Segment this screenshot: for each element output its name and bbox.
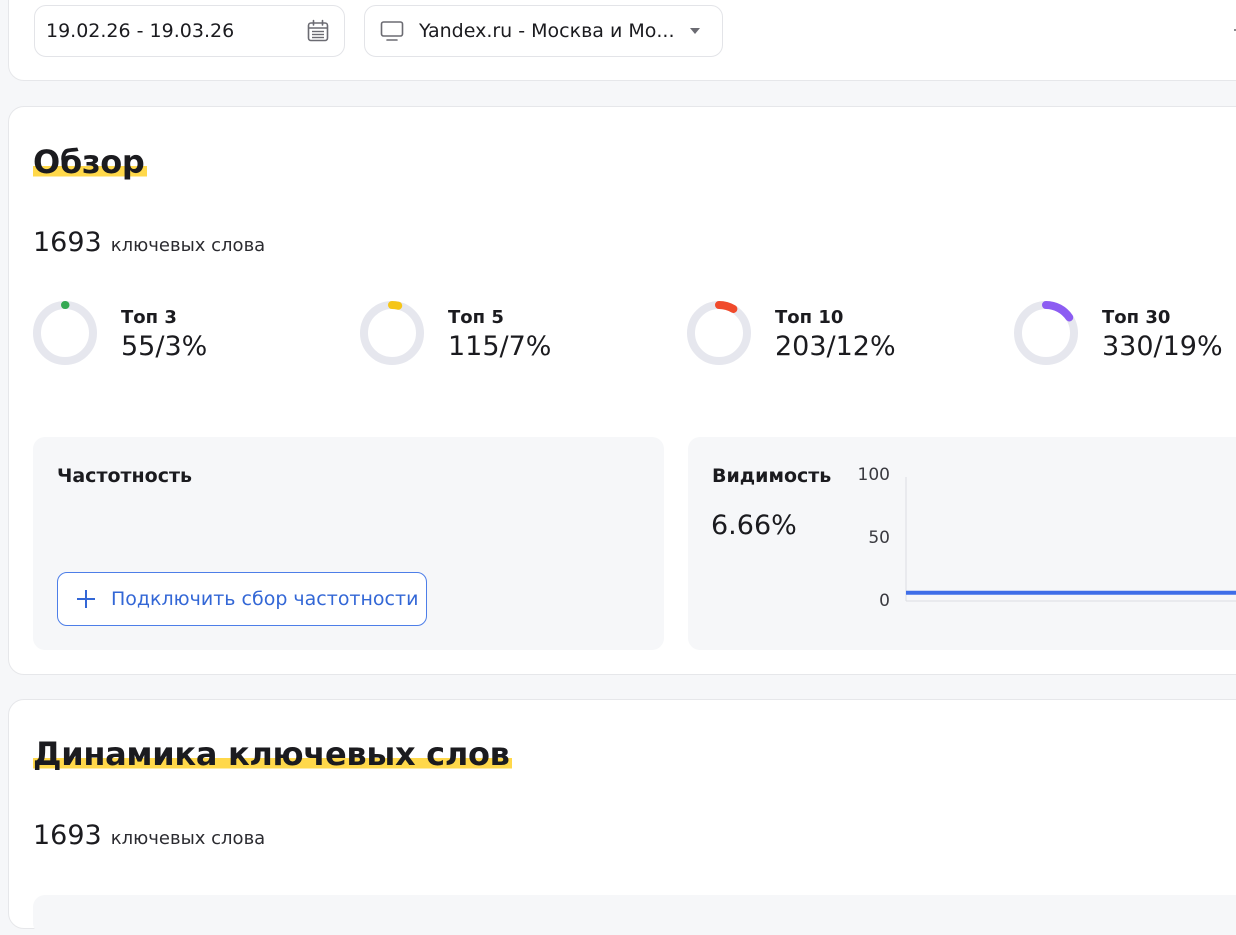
region-select[interactable]: Yandex.ru - Москва и Мо... [364,5,723,57]
top-5-value: 115/7% [448,331,552,362]
calendar-icon[interactable] [305,18,331,44]
top-10-label: Топ 10 [775,307,844,328]
dynamics-panel [33,895,1236,935]
keywords-count-number: 1693 [33,820,102,851]
dynamics-keywords-count: 1693 ключевых слова [33,820,265,851]
keywords-count-label: ключевых слова [110,828,266,849]
overview-section: Обзор 1693 ключевых слова Топ 3 55/3% То… [8,106,1236,675]
overview-keywords-count: 1693 ключевых слова [33,227,265,258]
top-3-label: Топ 3 [121,307,177,328]
ring-track [360,301,424,365]
connect-frequency-label: Подключить сбор частотности [111,588,419,610]
dynamics-title: Динамика ключевых слов [33,734,512,774]
connect-frequency-button[interactable]: Подключить сбор частотности [57,572,427,626]
keyword-dynamics-section: Динамика ключевых слов 1693 ключевых сло… [8,699,1236,935]
frequency-title: Частотность [57,465,192,487]
keywords-count-label: ключевых слова [110,235,266,256]
frequency-panel: Частотность Подключить сбор частотности [33,437,664,650]
top-5-label: Топ 5 [448,307,504,328]
top-30-label: Топ 30 [1102,307,1171,328]
top-3-ring [33,301,97,365]
filter-bar: 19.02.26 - 19.03.26 Yandex.ru - Москва и… [8,0,1236,81]
top-5-ring [360,301,424,365]
chevron-down-icon [690,28,700,34]
visibility-chart [905,477,1236,602]
visibility-panel: Видимость 6.66% 100 50 0 [688,437,1236,650]
ring-track [687,301,751,365]
top-30-ring [1014,301,1078,365]
plus-icon [77,590,95,608]
top-3-value: 55/3% [121,331,208,362]
monitor-icon [380,21,404,41]
top-30-value: 330/19% [1102,331,1223,362]
ring-track [33,301,97,365]
top-10-ring [687,301,751,365]
region-value: Yandex.ru - Москва и Мо... [419,20,675,42]
date-range-picker[interactable]: 19.02.26 - 19.03.26 [34,5,345,57]
keywords-count-number: 1693 [33,227,102,258]
date-range-value: 19.02.26 - 19.03.26 [46,20,235,42]
top-10-value: 203/12% [775,331,896,362]
overview-title: Обзор [33,142,147,182]
